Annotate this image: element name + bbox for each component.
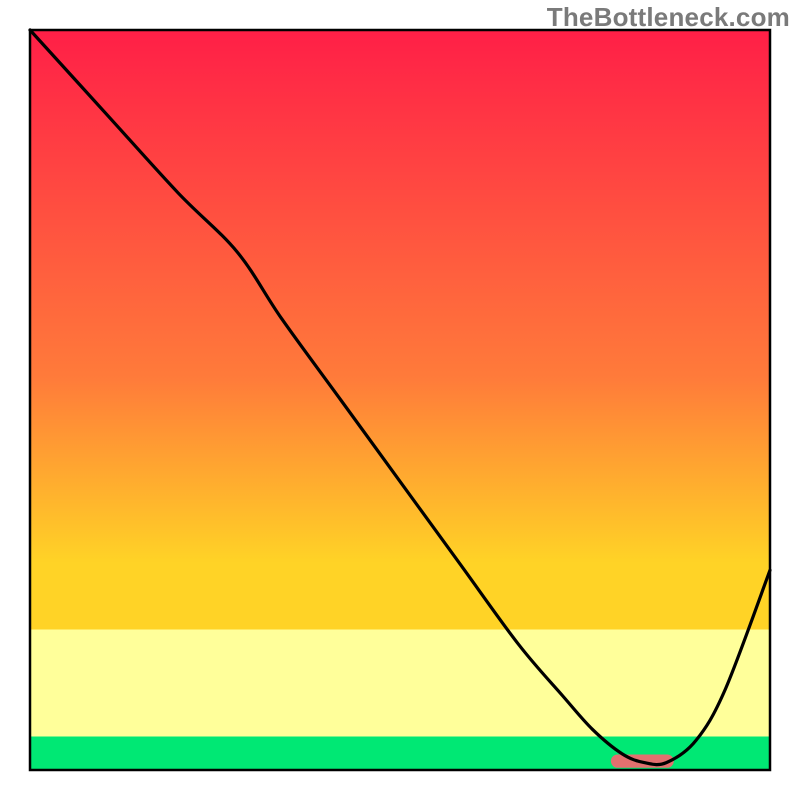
bottleneck-chart <box>0 0 800 800</box>
chart-container: TheBottleneck.com <box>0 0 800 800</box>
plot-background <box>30 30 770 770</box>
watermark-brand: TheBottleneck.com <box>547 2 790 33</box>
